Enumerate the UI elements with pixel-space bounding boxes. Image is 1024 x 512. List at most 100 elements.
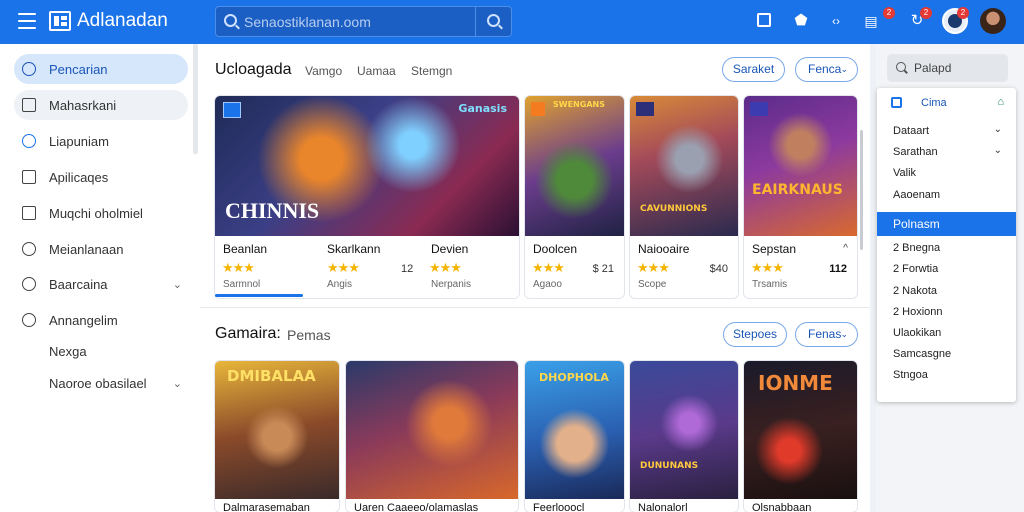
sidebar-item-history[interactable]: Liapuniam [14,126,188,156]
home-icon[interactable]: ⌂ [997,96,1004,108]
dropdown-list-item[interactable]: 2 Nakota [893,285,937,297]
card-title: Naiooaire [638,242,690,256]
chevron-up-icon[interactable]: ^ [843,243,848,254]
app-logo-icon [49,11,71,31]
stepoes-button[interactable]: Stepoes [723,322,787,347]
sidebar-item-devices[interactable]: Muqchi oholmiel [14,198,188,228]
dropdown-list-item[interactable]: 2 Hoxionn [893,306,943,318]
dropdown-item[interactable]: Dataart [893,125,929,137]
game-card[interactable]: Ganasis CHINNIS Beanlan ★★★ Sarmnol Skar… [215,96,519,298]
game-artwork: SWENGANS [525,96,624,236]
card-title: Skarlkann [327,242,381,256]
window-icon[interactable] [757,13,771,27]
platform-icon [636,102,654,116]
filter-dropdown[interactable]: Fenas ⌄ [795,322,858,347]
top-bar: Adlanadan ⬟ ‹› ▤ 2 ↻ 2 2 [0,0,1024,44]
code-icon[interactable]: ‹› [827,12,845,30]
book-icon [22,98,36,112]
dropdown-list-item[interactable]: 2 Forwtia [893,263,938,275]
search-button[interactable] [475,7,511,36]
menu-icon[interactable] [18,13,36,29]
dropdown-list-item[interactable]: Stngoa [893,369,928,381]
game-card[interactable]: DMIBALAA Dalmarasemaban [215,361,339,512]
dropdown-list-item[interactable]: Ulaokikan [893,327,941,339]
app-title: Adlanadan [77,10,168,31]
sidebar-item-library[interactable]: Mahasrkani [14,90,188,120]
sidebar-scrollbar[interactable] [193,44,198,154]
main-scrollbar[interactable] [860,130,863,250]
card-subtitle: Nerpanis [431,279,472,290]
chevron-down-icon: ⌄ [172,278,182,291]
grid-icon [891,97,902,108]
sidebar-item-label: Pencarian [49,61,108,77]
tag-icon[interactable]: ⬟ [792,12,810,30]
chevron-down-icon: ⌄ [993,124,1002,135]
card-title: Uaren Caaeeo/olamaslas [354,502,479,512]
carousel-indicator [215,294,303,297]
card-title: Sepstan [752,242,797,256]
sidebar-item-apps[interactable]: Apilicaqes [14,162,188,192]
dropdown-selected-item[interactable]: Polnasm [877,212,1016,236]
game-card[interactable]: Uaren Caaeeo/olamaslas [346,361,518,512]
game-logo-text: IONME [758,371,833,395]
sidebar-item-sub-2[interactable]: Naoroe obasilael ⌄ [14,368,188,398]
sidebar-item-label: Naoroe obasilael [49,375,147,391]
panel-search[interactable]: Palapd [887,54,1008,82]
sidebar-item-label: Liapuniam [49,133,109,149]
card-price: $40 [709,263,728,275]
game-card[interactable]: IONME Olsnabbaan [744,361,857,512]
sidebar-item-label: Muqchi oholmiel [49,205,143,221]
sidebar-item-settings[interactable]: Annangelim [14,305,188,335]
game-logo-text: DMIBALAA [227,367,316,385]
dropdown-item[interactable]: Aaoenam [893,189,940,201]
search-icon [487,14,500,27]
sidebar-item-search[interactable]: Pencarian [14,54,188,84]
chevron-down-icon: ⌄ [840,329,848,339]
filter-label: Fenca [808,62,842,76]
game-card[interactable]: DUNUNANS Nalonalorl [630,361,738,512]
search-button[interactable]: Saraket [722,57,785,82]
card-price: $ 21 [592,263,614,275]
sidebar: Pencarian Mahasrkani Liapuniam Apilicaqe… [0,44,200,512]
divider [200,307,870,308]
sidebar-item-label: Meianlanaan [49,241,124,257]
section-title: Gamaira: [215,325,281,342]
game-artwork: DMIBALAA [215,361,339,499]
tab-3[interactable]: Stemgn [411,64,452,78]
sidebar-item-browse[interactable]: Baarcaina ⌄ [14,269,188,299]
tab-2[interactable]: Uamaa [357,64,396,78]
dropdown-item[interactable]: Sarathan [893,146,938,158]
rating-stars: ★★★ [751,260,784,275]
game-card[interactable]: EAIRKNAUS Sepstan ^ ★★★ 112 Trsamis [744,96,857,298]
dropdown-item[interactable]: Valik [893,167,916,179]
game-artwork: DHOPHOLA [525,361,624,499]
sidebar-item-sub-1[interactable]: Nexga [14,336,188,366]
tab-1[interactable]: Vamgo [305,64,342,78]
game-logo-text: DHOPHOLA [539,371,609,384]
search-input[interactable] [244,12,474,32]
dropdown-list-item[interactable]: Samcasgne [893,348,951,360]
game-badge: Ganasis [458,102,507,115]
game-card[interactable]: CAVUNNIONS Naiooaire ★★★ $40 Scope [630,96,738,298]
dropdown-list-item[interactable]: 2 Bnegna [893,242,940,254]
circle-icon [22,313,36,327]
sidebar-item-label: Annangelim [49,312,118,328]
rating-stars: ★★★ [429,260,462,275]
game-artwork: CAVUNNIONS [630,96,738,236]
filter-dropdown[interactable]: Fenca ⌄ [795,57,858,82]
rating-stars: ★★★ [637,260,670,275]
inbox-icon[interactable]: ▤ [862,12,880,30]
game-artwork [346,361,518,499]
circle-icon [22,277,36,291]
notifications-badge: 2 [883,7,895,19]
section-subtitle: Pemas [287,327,331,343]
dropdown-menu: Cima ⌂ Dataart ⌄ Sarathan ⌄ Valik Aaoena… [877,88,1016,402]
game-card[interactable]: DHOPHOLA Feerlooocl [525,361,624,512]
rating-stars: ★★★ [222,260,255,275]
user-avatar[interactable] [980,8,1006,34]
sidebar-item-messages[interactable]: Meianlanaan [14,234,188,264]
game-card[interactable]: SWENGANS Doolcen ★★★ $ 21 Agaoo [525,96,624,298]
search-icon [224,14,237,27]
selected-label: Polnasm [893,217,940,231]
game-logo-text: EAIRKNAUS [752,182,843,198]
